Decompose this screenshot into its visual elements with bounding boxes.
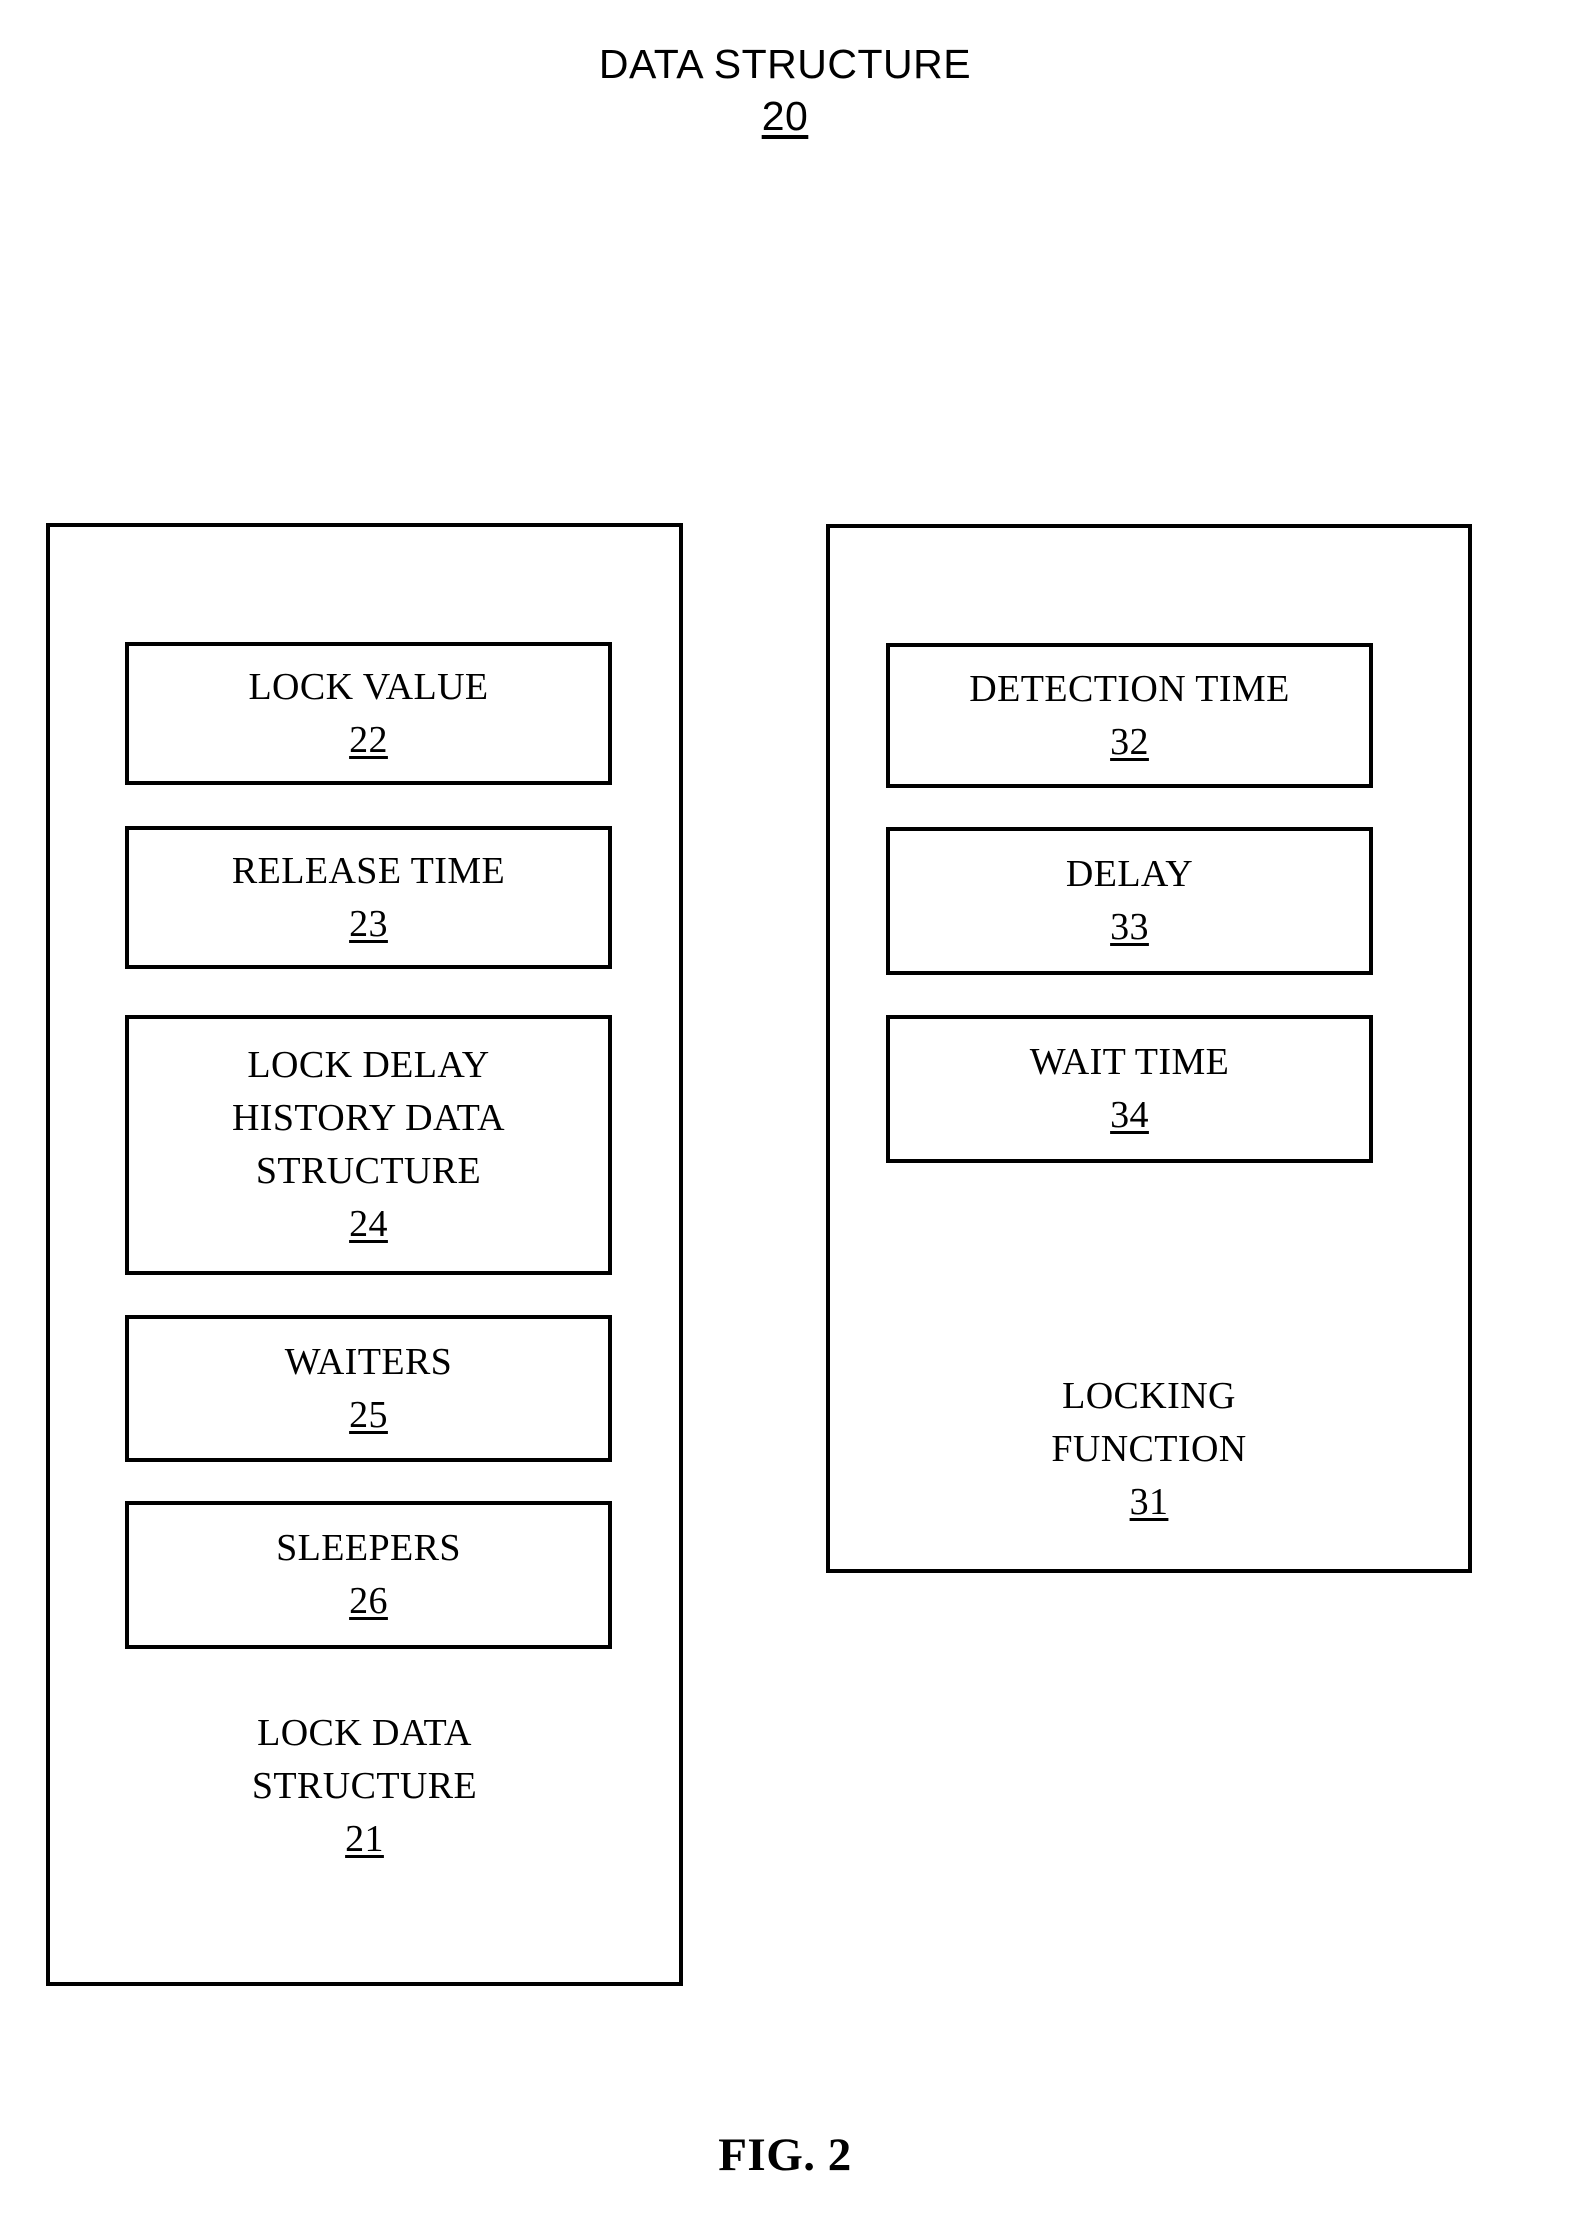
field-detection-time-label: DETECTION TIME (969, 667, 1290, 710)
figure-number-caption: FIG. 2 (718, 2129, 852, 2181)
field-sleepers: SLEEPERS 26 (125, 1501, 612, 1649)
field-detection-time-reference-numeral: 32 (1110, 720, 1149, 763)
field-wait-time-label: WAIT TIME (1029, 1041, 1230, 1083)
field-release-time: RELEASE TIME 23 (125, 826, 612, 969)
caption-line-2: STRUCTURE (251, 1765, 478, 1807)
field-detection-time: DETECTION TIME 32 (886, 643, 1373, 788)
field-delay-label: DELAY (1065, 853, 1194, 895)
label-line-1: LOCK DELAY (247, 1044, 490, 1086)
locking-function-reference-numeral: 31 (1129, 1481, 1169, 1523)
page-title-label: DATA STRUCTURE (598, 41, 972, 87)
field-lock-delay-history-data-structure-label: LOCK DELAY HISTORY DATA STRUCTURE (232, 1039, 505, 1198)
field-delay-reference-numeral: 33 (1110, 906, 1149, 948)
field-waiters-label: WAITERS (284, 1340, 453, 1383)
page-title-reference-numeral: 20 (761, 93, 809, 139)
field-sleepers-reference-numeral: 26 (349, 1580, 388, 1622)
label-line-3: STRUCTURE (255, 1150, 482, 1192)
field-wait-time-reference-numeral: 34 (1110, 1094, 1149, 1136)
caption-line-1: LOCKING (1062, 1375, 1236, 1417)
field-lock-value: LOCK VALUE 22 (125, 642, 612, 785)
field-lock-delay-history-data-structure-reference-numeral: 24 (349, 1203, 388, 1245)
field-sleepers-label: SLEEPERS (276, 1527, 461, 1569)
lock-data-structure-reference-numeral: 21 (345, 1818, 384, 1860)
caption-line-1: LOCK DATA (257, 1712, 472, 1754)
field-lock-delay-history-data-structure: LOCK DELAY HISTORY DATA STRUCTURE 24 (125, 1015, 612, 1275)
lock-data-structure-caption: LOCK DATA STRUCTURE 21 (50, 1707, 679, 1866)
field-lock-value-reference-numeral: 22 (349, 718, 388, 761)
caption-line-2: FUNCTION (1051, 1428, 1247, 1470)
field-delay: DELAY 33 (886, 827, 1373, 975)
field-release-time-reference-numeral: 23 (349, 902, 388, 945)
locking-function-container: DETECTION TIME 32 DELAY 33 WAIT TIME 34 … (826, 524, 1472, 1573)
lock-data-structure-container: LOCK VALUE 22 RELEASE TIME 23 LOCK DELAY… (46, 523, 683, 1986)
field-waiters-reference-numeral: 25 (349, 1393, 388, 1436)
page-title: DATA STRUCTURE 20 (0, 38, 1570, 142)
label-line-2: HISTORY DATA (231, 1097, 506, 1139)
field-wait-time: WAIT TIME 34 (886, 1015, 1373, 1163)
field-waiters: WAITERS 25 (125, 1315, 612, 1462)
field-lock-value-label: LOCK VALUE (248, 665, 489, 708)
field-release-time-label: RELEASE TIME (231, 849, 506, 892)
locking-function-caption: LOCKING FUNCTION 31 (830, 1370, 1468, 1529)
